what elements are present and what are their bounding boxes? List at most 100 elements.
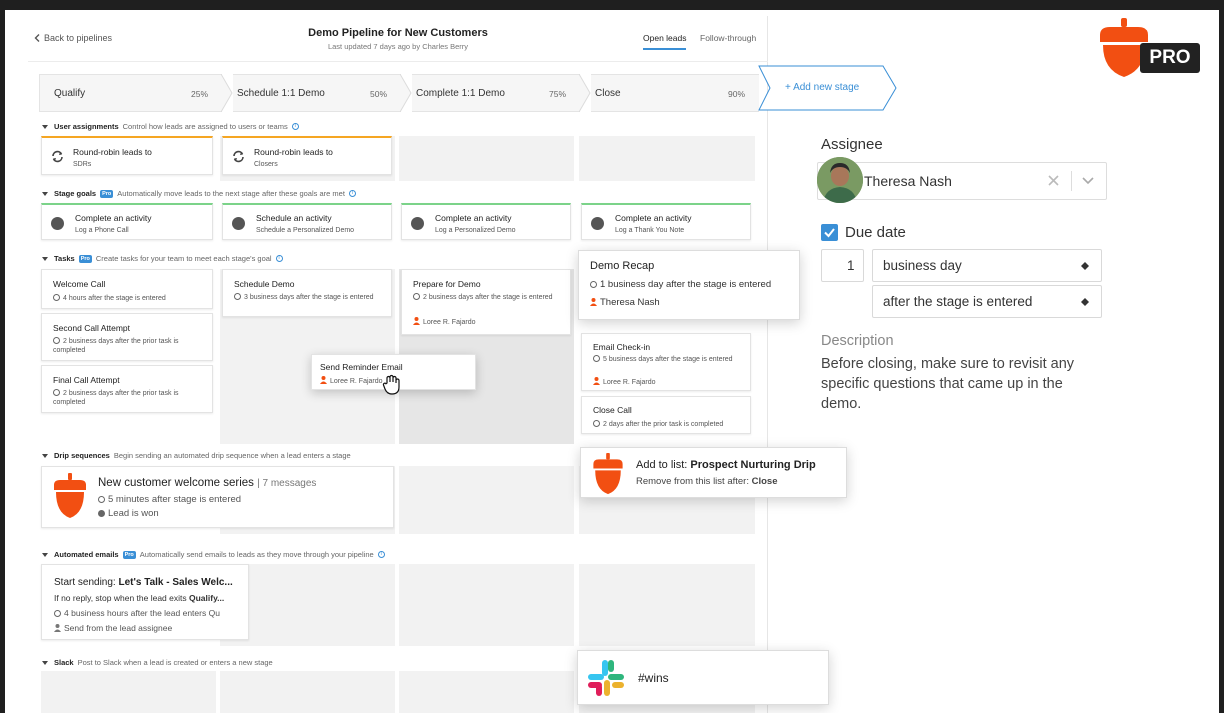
caret-down-icon (42, 552, 48, 557)
email-sender: Send from the lead assignee (64, 623, 173, 633)
card-title: Round-robin leads to (254, 147, 333, 157)
empty-column (220, 671, 395, 713)
due-unit-value: business day (883, 258, 962, 273)
list-popup[interactable]: Add to list: Prospect Nurturing Drip Rem… (580, 447, 847, 498)
card-subtitle: Closers (254, 161, 278, 168)
due-unit-select[interactable]: business day (872, 249, 1102, 282)
empty-column (399, 671, 574, 713)
card-title: Complete an activity (75, 213, 152, 223)
task-card-schedule-demo[interactable]: Schedule Demo 3 business days after the … (222, 269, 392, 317)
due-relative-value: after the stage is entered (883, 294, 1033, 309)
stage-complete-demo[interactable]: Complete 1:1 Demo 75% (412, 74, 580, 112)
description-text[interactable]: Before closing, make sure to revisit any… (821, 354, 1101, 414)
task-card-welcome-call[interactable]: Welcome Call 4 hours after the stage is … (41, 269, 213, 309)
pipeline-editor: Back to pipelines Demo Pipeline for New … (28, 16, 768, 713)
empty-column (579, 136, 755, 181)
stage-separator (579, 74, 591, 112)
phone-icon (411, 217, 424, 230)
pro-logo-label: PRO (1140, 43, 1200, 73)
section-tasks[interactable]: Tasks Pro Create tasks for your team to … (42, 254, 283, 263)
task-card-close-call[interactable]: Close Call 2 days after the prior task i… (581, 396, 751, 434)
info-icon[interactable]: i (348, 190, 356, 197)
section-desc: Create tasks for your team to meet each … (95, 254, 272, 263)
person-icon (320, 376, 327, 384)
slack-channel: #wins (638, 671, 669, 685)
due-number-value: 1 (847, 258, 855, 273)
top-bar: Back to pipelines Demo Pipeline for New … (28, 16, 768, 62)
task-card-prepare-demo[interactable]: Prepare for Demo 2 business days after t… (401, 269, 571, 335)
section-slack[interactable]: Slack Post to Slack when a lead is creat… (42, 658, 273, 667)
task-time: 5 business days after the stage is enter… (603, 356, 733, 363)
task-assignee: Loree R. Fajardo (330, 378, 383, 385)
stage-separator (400, 74, 412, 112)
task-title: Schedule Demo (234, 279, 295, 289)
card-title: Complete an activity (435, 213, 512, 223)
pro-badge: Pro (122, 550, 136, 559)
remove-prefix: Remove from this list after: (636, 476, 752, 487)
due-number-input[interactable]: 1 (821, 249, 864, 282)
list-name: Prospect Nurturing Drip (690, 459, 816, 471)
stage-qualify[interactable]: Qualify 25% (39, 74, 222, 112)
section-user-assignments[interactable]: User assignments Control how leads are a… (42, 122, 299, 131)
assignment-card-sdrs[interactable]: Round-robin leads to SDRs (41, 136, 213, 175)
task-card-email-checkin[interactable]: Email Check-in 5 business days after the… (581, 333, 751, 391)
info-icon[interactable]: i (291, 123, 299, 130)
task-time: 2 days after the prior task is completed (603, 421, 724, 428)
stage-schedule-demo[interactable]: Schedule 1:1 Demo 50% (233, 74, 401, 112)
section-title: Stage goals (54, 189, 97, 198)
description-label: Description (821, 333, 894, 349)
clear-icon[interactable] (1048, 175, 1059, 186)
calendar-icon (232, 217, 245, 230)
task-title: Email Check-in (593, 342, 651, 352)
goal-card[interactable]: Complete an activity Log a Phone Call (41, 203, 213, 240)
goal-card[interactable]: Complete an activity Log a Thank You Not… (581, 203, 751, 240)
info-icon[interactable]: i (377, 551, 385, 558)
caret-down-icon (42, 660, 48, 665)
clock-icon (53, 389, 60, 396)
email-card[interactable]: Start sending: Let's Talk - Sales Welc..… (41, 564, 249, 640)
task-title: Final Call Attempt (53, 375, 120, 385)
stage-close[interactable]: Close 90% (591, 74, 759, 112)
section-drip-sequences[interactable]: Drip sequences Begin sending an automate… (42, 451, 351, 460)
task-title: Send Reminder Email (320, 362, 403, 372)
acorn-logo-icon (593, 453, 623, 495)
tab-open-leads[interactable]: Open leads (643, 33, 687, 50)
select-arrows-icon (1081, 262, 1089, 270)
task-popup-demo-recap[interactable]: Demo Recap 1 business day after the stag… (578, 250, 800, 320)
caret-down-icon (42, 453, 48, 458)
stage-name: Close (595, 88, 621, 99)
clock-icon (593, 355, 600, 362)
chevron-down-icon[interactable] (1082, 177, 1094, 185)
section-stage-goals[interactable]: Stage goals Pro Automatically move leads… (42, 189, 356, 198)
section-automated-emails[interactable]: Automated emails Pro Automatically send … (42, 550, 385, 559)
stage-separator (221, 74, 233, 112)
goal-card[interactable]: Complete an activity Log a Personalized … (401, 203, 571, 240)
card-title: Round-robin leads to (73, 147, 152, 157)
refresh-icon (52, 150, 63, 163)
stage-percent: 50% (369, 89, 387, 99)
slack-popup[interactable]: #wins (577, 650, 829, 705)
assignment-card-closers[interactable]: Round-robin leads to Closers (222, 136, 392, 175)
section-desc: Begin sending an automated drip sequence… (113, 451, 351, 460)
stage-percent: 75% (548, 89, 566, 99)
person-icon (413, 317, 420, 325)
empty-column (399, 136, 574, 181)
add-new-stage-button[interactable]: + Add new stage (785, 82, 859, 93)
person-icon (590, 298, 597, 306)
due-relative-select[interactable]: after the stage is entered (872, 285, 1102, 318)
card-title: Schedule an activity (256, 213, 332, 223)
tab-follow-through[interactable]: Follow-through (700, 33, 756, 48)
task-card-final-call[interactable]: Final Call Attempt 2 business days after… (41, 365, 213, 413)
due-date-checkbox[interactable] (821, 224, 838, 241)
card-subtitle: Schedule a Personalized Demo (256, 227, 355, 234)
drip-card-welcome-series[interactable]: New customer welcome series | 7 messages… (41, 466, 394, 528)
task-time: 2 business days after the stage is enter… (423, 294, 553, 301)
drip-title: New customer welcome series (98, 477, 254, 489)
task-card-second-call[interactable]: Second Call Attempt 2 business days afte… (41, 313, 213, 361)
card-subtitle: Log a Thank You Note (615, 227, 685, 234)
info-icon[interactable]: i (275, 255, 283, 262)
check-circle-icon (98, 510, 105, 517)
empty-column (399, 564, 574, 646)
goal-card[interactable]: Schedule an activity Schedule a Personal… (222, 203, 392, 240)
section-title: Drip sequences (54, 451, 110, 460)
